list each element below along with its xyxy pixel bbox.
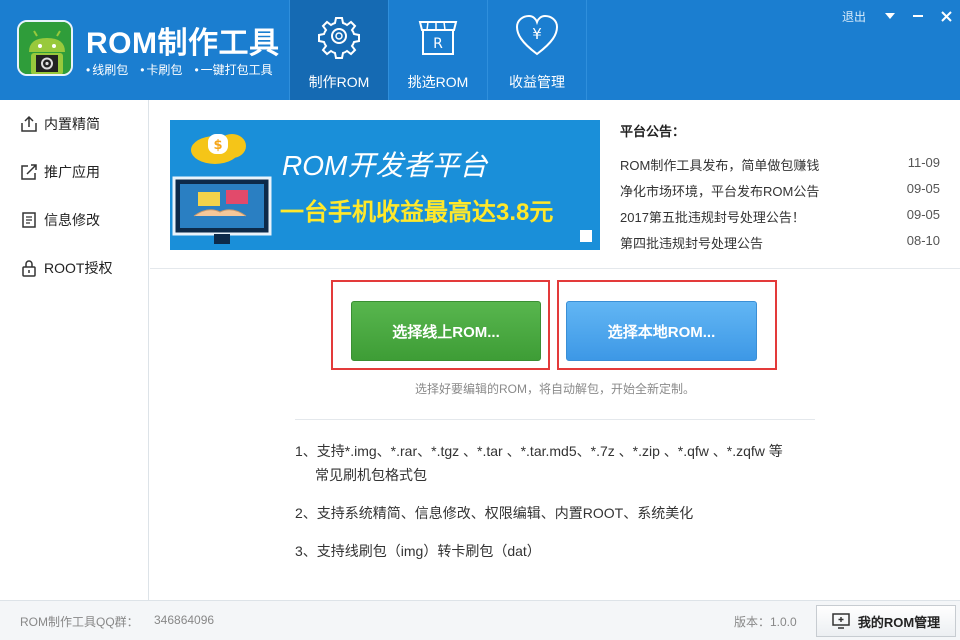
monitor-icon <box>832 613 850 629</box>
footer-bar: ROM制作工具QQ群： 346864096 版本：1.0.0 我的ROM管理 <box>0 600 960 640</box>
notices-title: 平台公告： <box>620 124 686 139</box>
notice-item[interactable]: 净化市场环境，平台发布ROM公告 09-05 <box>620 181 940 201</box>
section-divider <box>150 268 960 269</box>
select-local-rom-button[interactable]: 选择本地ROM... <box>566 301 757 361</box>
app-title: ROM制作工具 <box>86 27 280 60</box>
notice-date: 09-05 <box>906 207 940 222</box>
notice-date: 08-10 <box>906 233 940 248</box>
my-rom-manage-button[interactable]: 我的ROM管理 <box>816 605 956 637</box>
select-online-rom-button[interactable]: 选择线上ROM... <box>351 301 541 361</box>
tab-choose-rom[interactable]: R 挑选ROM <box>389 0 487 100</box>
banner-subtitle: 一台手机收益最高达3.8元 <box>280 199 554 226</box>
heart-yen-icon: ¥ <box>515 14 559 56</box>
store-icon: R <box>418 21 458 55</box>
version-text: 版本：1.0.0 <box>734 615 797 629</box>
sidebar-item-label: 内置精简 <box>44 116 100 132</box>
tab-make-rom[interactable]: 制作ROM <box>290 0 388 100</box>
notice-item[interactable]: 第四批违规封号处理公告 08-10 <box>620 233 940 253</box>
hint-divider <box>295 419 815 420</box>
header-bar: ROM制作工具 线刷包 卡刷包 一键打包工具 制作ROM R 挑选ROM ¥ 收 <box>0 0 960 100</box>
notice-item[interactable]: 2017第五批违规封号处理公告！ 09-05 <box>620 207 940 227</box>
svg-text:¥: ¥ <box>532 25 542 43</box>
notice-date: 11-09 <box>907 155 940 170</box>
banner-illustration: $ <box>172 134 272 244</box>
lock-icon <box>22 260 36 277</box>
banner-page-indicator[interactable] <box>580 230 592 242</box>
tab-make-rom-label: 制作ROM <box>308 74 370 90</box>
upload-box-icon <box>21 115 37 132</box>
qq-group-label: ROM制作工具QQ群： <box>20 615 139 629</box>
feature-editing: 2、支持系统精简、信息修改、权限编辑、内置ROOT、系统美化 <box>295 505 694 521</box>
notice-text: 净化市场环境，平台发布ROM公告 <box>620 184 820 199</box>
close-icon <box>940 10 952 22</box>
close-button[interactable] <box>932 6 960 26</box>
subtitle-card-pack: 卡刷包 <box>140 61 182 78</box>
window-controls: 退出 <box>842 6 960 26</box>
logout-link[interactable]: 退出 <box>842 8 866 25</box>
feature-formats-cont: 常见刷机包格式包 <box>315 467 427 483</box>
minimize-button[interactable] <box>904 6 932 26</box>
feature-convert: 3、支持线刷包（img）转卡刷包（dat） <box>295 543 541 559</box>
notice-text: 2017第五批违规封号处理公告！ <box>620 210 805 225</box>
svg-text:$: $ <box>213 138 222 153</box>
minimize-icon <box>913 15 923 17</box>
promo-banner[interactable]: $ ROM开发者平台 一台手机收益最高达3.8元 <box>170 120 600 250</box>
gear-icon <box>318 17 360 59</box>
tab-earnings-label: 收益管理 <box>509 74 565 90</box>
sidebar-item-builtin-slim[interactable]: 内置精简 <box>0 104 148 144</box>
notice-item[interactable]: ROM制作工具发布，简单做包赚钱 11-09 <box>620 155 940 175</box>
subtitle-one-click: 一键打包工具 <box>194 61 273 78</box>
chevron-down-icon <box>885 13 895 19</box>
banner-title: ROM开发者平台 <box>282 150 488 181</box>
document-icon <box>22 212 36 228</box>
sidebar-item-info-edit[interactable]: 信息修改 <box>0 200 148 240</box>
sidebar-item-root-auth[interactable]: ROOT授权 <box>0 248 148 288</box>
sidebar: 内置精简 推广应用 信息修改 ROOT授权 <box>0 100 149 600</box>
svg-text:R: R <box>433 36 443 52</box>
my-rom-manage-label: 我的ROM管理 <box>857 614 941 630</box>
tab-earnings[interactable]: ¥ 收益管理 <box>488 0 586 100</box>
app-subtitle: 线刷包 卡刷包 一键打包工具 <box>86 61 273 78</box>
sidebar-item-label: 推广应用 <box>44 164 100 180</box>
share-box-icon <box>21 164 37 180</box>
nav-divider <box>586 0 587 100</box>
app-logo <box>17 20 73 76</box>
sidebar-item-label: ROOT授权 <box>44 260 113 276</box>
selection-hint: 选择好要编辑的ROM，将自动解包，开始全新定制。 <box>415 382 695 396</box>
qq-group-number: 346864096 <box>154 613 215 627</box>
dropdown-menu-button[interactable] <box>876 6 904 26</box>
sidebar-item-promote-apps[interactable]: 推广应用 <box>0 152 148 192</box>
feature-formats: 1、支持*.img、*.rar、*.tgz 、*.tar 、*.tar.md5、… <box>295 443 783 459</box>
subtitle-flash-pack: 线刷包 <box>86 61 128 78</box>
notice-text: ROM制作工具发布，简单做包赚钱 <box>620 158 820 173</box>
tab-choose-rom-label: 挑选ROM <box>407 74 469 90</box>
notice-date: 09-05 <box>906 181 940 196</box>
notice-text: 第四批违规封号处理公告 <box>620 236 764 251</box>
sidebar-item-label: 信息修改 <box>44 212 100 228</box>
